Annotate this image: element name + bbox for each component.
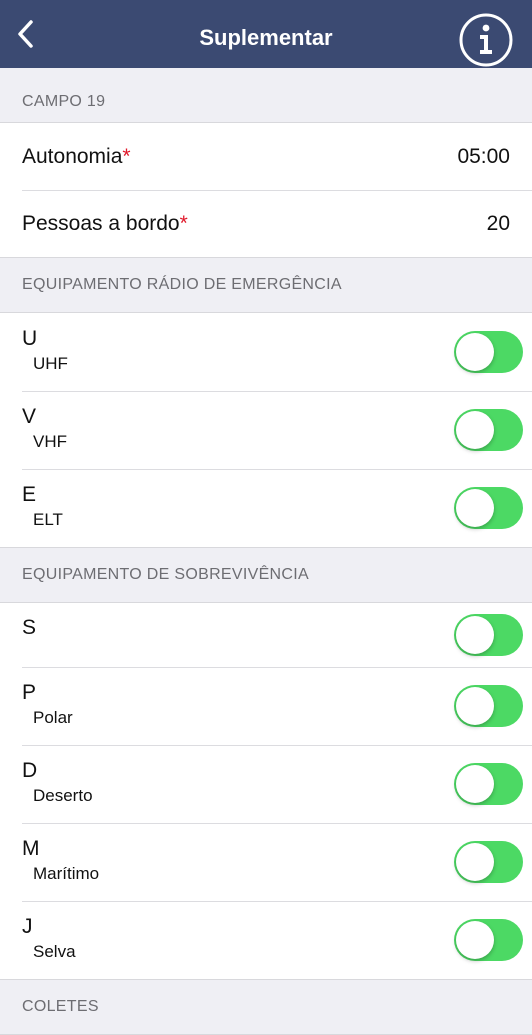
equipment-code: S <box>22 616 37 639</box>
selva-toggle[interactable] <box>454 919 523 961</box>
autonomia-value[interactable]: 05:00 <box>457 145 510 169</box>
sobrevivencia-row-maritimo: M Marítimo <box>0 823 532 901</box>
page-title: Suplementar <box>199 25 333 50</box>
autonomia-label: Autonomia* <box>22 144 131 168</box>
toggle-knob <box>456 489 494 527</box>
toggle-knob <box>456 843 494 881</box>
section-header-radio: EQUIPAMENTO RÁDIO DE EMERGÊNCIA <box>0 258 532 313</box>
sobrevivencia-row-polar: P Polar <box>0 667 532 745</box>
equipment-description: Marítimo <box>33 864 100 883</box>
section-header-campo19: CAMPO 19 <box>0 68 532 123</box>
pessoas-a-bordo-value[interactable]: 20 <box>487 212 510 236</box>
equipment-code: V <box>22 405 37 428</box>
maritimo-toggle[interactable] <box>454 841 523 883</box>
radio-group: U UHF V VHF E ELT <box>0 313 532 548</box>
toggle-knob <box>456 765 494 803</box>
equipment-description: VHF <box>33 432 67 451</box>
equipment-description: UHF <box>33 354 68 373</box>
equipment-code: P <box>22 681 37 704</box>
deserto-toggle[interactable] <box>454 763 523 805</box>
toggle-knob <box>456 616 494 654</box>
section-header-sobrevivencia: EQUIPAMENTO DE SOBREVIVÊNCIA <box>0 548 532 603</box>
required-asterisk: * <box>122 144 131 168</box>
radio-row-elt: E ELT <box>0 469 532 547</box>
equipment-description: Deserto <box>33 786 93 805</box>
toggle-knob <box>456 687 494 725</box>
equipment-code: M <box>22 837 40 860</box>
info-button[interactable] <box>458 12 514 68</box>
s-toggle[interactable] <box>454 614 523 656</box>
radio-row-uhf: U UHF <box>0 313 532 391</box>
equipment-code: J <box>22 915 33 938</box>
sobrevivencia-group: S P Polar D Deserto M Marítimo J Selva <box>0 603 532 980</box>
sobrevivencia-row-selva: J Selva <box>0 901 532 979</box>
toggle-knob <box>456 411 494 449</box>
polar-toggle[interactable] <box>454 685 523 727</box>
equipment-code: U <box>22 327 38 350</box>
vhf-toggle[interactable] <box>454 409 523 451</box>
navigation-bar: Suplementar <box>0 0 532 68</box>
required-asterisk: * <box>179 211 188 235</box>
campo19-group: Autonomia* 05:00 Pessoas a bordo* 20 <box>0 123 532 258</box>
equipment-code: E <box>22 483 37 506</box>
equipment-description: Polar <box>33 708 73 727</box>
pessoas-a-bordo-row[interactable]: Pessoas a bordo* 20 <box>0 190 532 257</box>
section-header-coletes: COLETES <box>0 980 532 1035</box>
toggle-knob <box>456 921 494 959</box>
autonomia-row[interactable]: Autonomia* 05:00 <box>0 123 532 190</box>
equipment-code: D <box>22 759 38 782</box>
info-circle-icon <box>459 13 513 67</box>
radio-row-vhf: V VHF <box>0 391 532 469</box>
sobrevivencia-row-deserto: D Deserto <box>0 745 532 823</box>
elt-toggle[interactable] <box>454 487 523 529</box>
equipment-description: Selva <box>33 942 76 961</box>
back-button[interactable] <box>6 14 46 54</box>
toggle-knob <box>456 333 494 371</box>
chevron-left-icon <box>18 20 33 48</box>
sobrevivencia-row-s: S <box>0 603 532 667</box>
pessoas-a-bordo-label: Pessoas a bordo* <box>22 211 188 235</box>
equipment-description: ELT <box>33 510 63 529</box>
uhf-toggle[interactable] <box>454 331 523 373</box>
